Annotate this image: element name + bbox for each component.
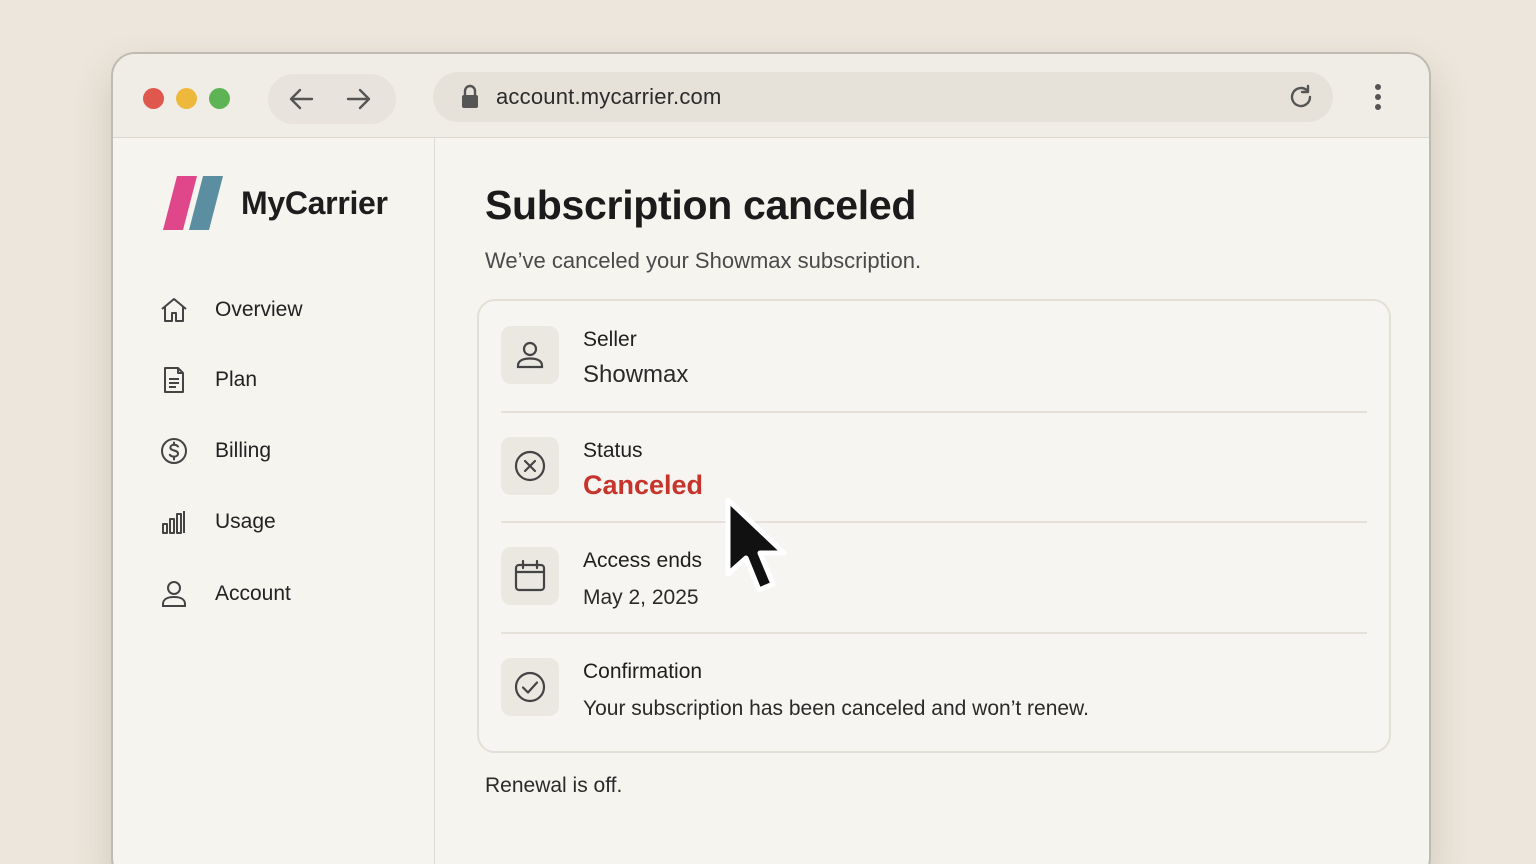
document-icon [164, 367, 184, 393]
sidebar-item-label: Usage [215, 510, 276, 533]
sidebar-item-label: Plan [215, 368, 258, 391]
calendar-icon [514, 559, 546, 592]
dollar-icon [161, 438, 187, 464]
mycarrier-logo [163, 176, 223, 230]
detail-label: Seller [583, 328, 637, 351]
bar-chart-icon [162, 511, 185, 534]
page-subtitle: We’ve canceled your Showmax subscription… [485, 248, 922, 273]
x-circle-icon [514, 450, 546, 482]
status-value: Canceled [583, 470, 704, 500]
sidebar-item-overview[interactable]: Overview [159, 290, 399, 330]
home-icon [161, 298, 187, 322]
user-icon [162, 581, 186, 607]
forward-button[interactable] [342, 83, 374, 115]
browser-window: account.mycarrier.com MyCarrier Overview… [111, 52, 1431, 864]
subscription-details-card: Seller Showmax Status Canceled Access en… [477, 299, 1391, 753]
sidebar-item-account[interactable]: Account [159, 574, 399, 614]
renewal-note: Renewal is off. [485, 774, 623, 797]
browser-toolbar: account.mycarrier.com [113, 54, 1429, 138]
arrow-left-icon [289, 88, 314, 110]
detail-value: Showmax [583, 361, 689, 388]
sidebar-item-label: Billing [215, 439, 272, 462]
sidebar-item-plan[interactable]: Plan [159, 360, 399, 400]
detail-value: Your subscription has been canceled and … [583, 697, 1089, 720]
detail-row-status: Status Canceled [501, 412, 1367, 522]
lock-icon [462, 84, 478, 108]
row-icon-box [501, 326, 559, 384]
more-options-icon[interactable] [1368, 81, 1388, 113]
detail-label: Status [583, 439, 643, 462]
row-icon-box [501, 437, 559, 495]
page-title: Subscription canceled [485, 182, 917, 228]
back-button[interactable] [286, 83, 318, 115]
main-content: Subscription canceled We’ve canceled you… [435, 138, 1429, 864]
sidebar-item-label: Overview [215, 298, 303, 321]
sidebar: MyCarrier Overview Plan Billing Usage Ac… [113, 138, 435, 864]
sidebar-item-billing[interactable]: Billing [159, 431, 399, 471]
address-bar[interactable]: account.mycarrier.com [433, 72, 1333, 122]
maximize-window-button[interactable] [209, 88, 230, 109]
url-text[interactable]: account.mycarrier.com [496, 84, 722, 110]
detail-row-confirmation: Confirmation Your subscription has been … [501, 633, 1367, 743]
detail-row-access-ends: Access ends May 2, 2025 [501, 522, 1367, 632]
sidebar-item-usage[interactable]: Usage [159, 502, 399, 542]
row-icon-box [501, 658, 559, 716]
minimize-window-button[interactable] [176, 88, 197, 109]
detail-label: Confirmation [583, 660, 703, 683]
reload-icon[interactable] [1287, 83, 1315, 111]
sidebar-item-label: Account [215, 582, 291, 605]
detail-value: May 2, 2025 [583, 586, 699, 609]
detail-label: Access ends [583, 549, 703, 572]
arrow-right-icon [346, 88, 371, 110]
check-circle-icon [514, 671, 546, 703]
brand[interactable]: MyCarrier [161, 174, 388, 232]
brand-name: MyCarrier [241, 184, 388, 221]
row-icon-box [501, 547, 559, 605]
detail-row-seller: Seller Showmax [501, 301, 1367, 411]
navigation-controls [268, 74, 396, 124]
user-icon [516, 341, 544, 369]
close-window-button[interactable] [143, 88, 164, 109]
